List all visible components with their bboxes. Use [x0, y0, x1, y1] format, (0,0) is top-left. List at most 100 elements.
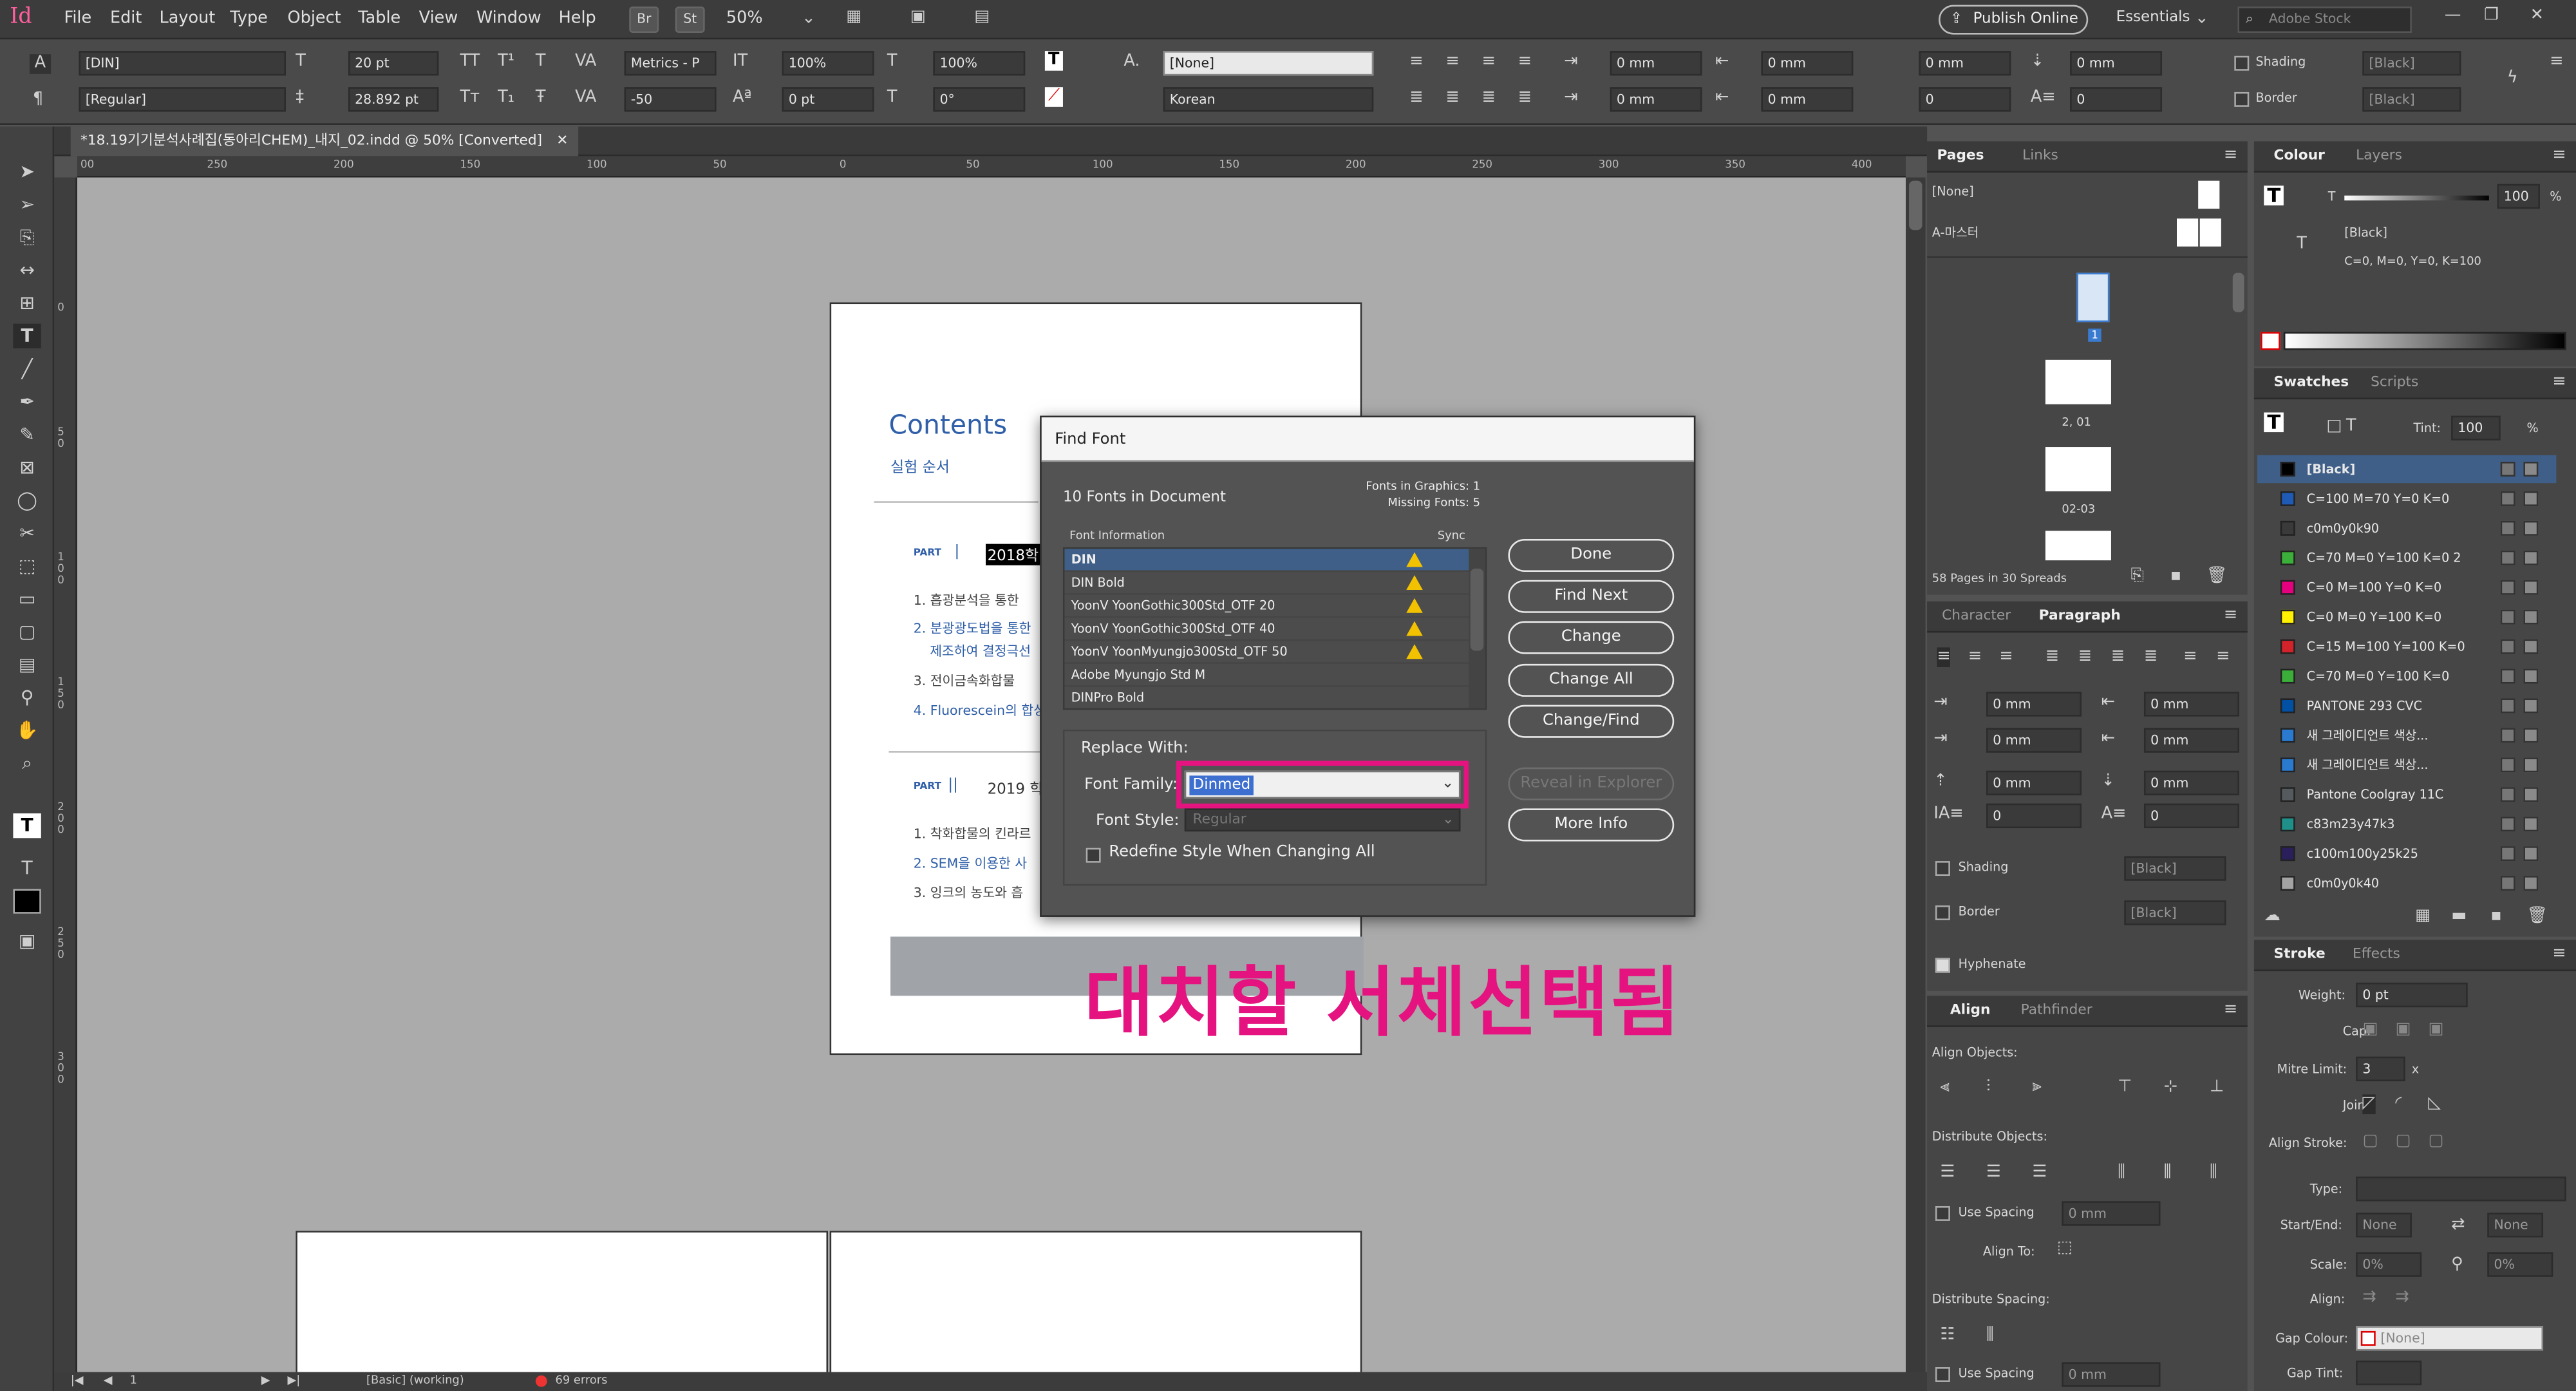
baseline-shift-field[interactable]: 0 pt	[782, 87, 874, 112]
skew-field[interactable]: 0°	[933, 87, 1026, 112]
small-caps-icon[interactable]: Tт	[460, 89, 479, 109]
master-thumb-left[interactable]	[2177, 218, 2199, 247]
panel-menu-icon[interactable]: ≡	[2552, 945, 2566, 963]
hand-tool-icon[interactable]: ✋	[13, 718, 41, 743]
colour-ramp[interactable]	[2283, 332, 2566, 350]
formatting-container-icon[interactable]: □	[2326, 417, 2342, 437]
font-style-field[interactable]: Regular ⌄	[1184, 808, 1461, 832]
tab-character[interactable]: Character	[1942, 608, 2011, 625]
paragraph-mode-icon[interactable]: ¶	[33, 90, 43, 110]
tab-swatches[interactable]: Swatches	[2274, 375, 2349, 392]
character-style-field[interactable]: [None]	[1163, 51, 1374, 76]
align-bottom-edges-icon[interactable]: ⊥	[2210, 1078, 2224, 1098]
document-page[interactable]	[296, 1231, 829, 1372]
trash-icon[interactable]: 🗑	[2527, 907, 2548, 927]
close-icon[interactable]: ✕	[556, 133, 568, 150]
space-before-field[interactable]: 0 mm	[1919, 51, 2011, 76]
distribute-bottom-icon[interactable]: ☰	[2032, 1164, 2047, 1184]
find-next-button[interactable]: Find Next	[1508, 580, 1675, 613]
pencil-tool-icon[interactable]: ✎	[13, 422, 41, 447]
line-tool-icon[interactable]: ╱	[13, 357, 41, 381]
last-page-icon[interactable]: ▶|	[288, 1374, 301, 1386]
change-button[interactable]: Change	[1508, 621, 1675, 654]
a-master[interactable]: A-마스터	[1932, 223, 1979, 241]
chevron-down-icon[interactable]: ⌄	[2195, 10, 2208, 30]
scroll-thumb[interactable]	[1470, 568, 1484, 651]
new-page-icon[interactable]: ▪	[2170, 567, 2181, 587]
tab-stroke[interactable]: Stroke	[2274, 947, 2326, 963]
adobe-stock-search[interactable]: ⌕ Adobe Stock	[2237, 6, 2412, 33]
fill-text-icon[interactable]: T	[1044, 51, 1063, 71]
change-all-button[interactable]: Change All	[1508, 663, 1675, 697]
menu-view[interactable]: View	[419, 10, 458, 28]
space-before-field[interactable]: 0 mm	[1986, 770, 2082, 796]
swatch-tint-field[interactable]: 100	[2451, 415, 2501, 440]
swatch-row[interactable]: 새 그레이디언트 색상...	[2257, 751, 2556, 779]
tab-pathfinder[interactable]: Pathfinder	[2021, 1003, 2092, 1019]
gradient-feather-tool-icon[interactable]: ▢	[13, 620, 41, 644]
menu-edit[interactable]: Edit	[110, 10, 142, 28]
justify-left-icon[interactable]: ≣	[1409, 89, 1423, 109]
none-master[interactable]: [None]	[1932, 184, 1974, 199]
page-number-field[interactable]: 1	[130, 1374, 137, 1386]
zoom-tool-icon[interactable]: ⌕	[13, 751, 41, 775]
all-caps-icon[interactable]: TT	[460, 53, 480, 73]
free-transform-tool-icon[interactable]: ⬚	[13, 554, 41, 578]
distribute-top-icon[interactable]: ☰	[1941, 1164, 1955, 1184]
next-page-icon[interactable]: ▶	[261, 1374, 270, 1386]
underline-icon[interactable]: T	[536, 53, 546, 73]
menu-object[interactable]: Object	[288, 10, 341, 28]
master-thumb-right[interactable]	[2199, 218, 2221, 247]
panel-menu-icon[interactable]: ≡	[2552, 373, 2566, 391]
note-tool-icon[interactable]: ▤	[13, 652, 41, 677]
panel-menu-icon[interactable]: ≡	[2224, 146, 2237, 164]
swatch-row[interactable]: C=0 M=0 Y=100 K=0	[2257, 603, 2556, 630]
align-horizontal-centers-icon[interactable]: ⫶	[1986, 1078, 1990, 1098]
align-left-icon[interactable]: ≡	[1937, 647, 1951, 667]
tab-layers[interactable]: Layers	[2356, 148, 2402, 165]
align-center-icon[interactable]: ≡	[1445, 53, 1459, 73]
use-spacing-checkbox[interactable]	[1935, 1367, 1950, 1382]
tab-scripts[interactable]: Scripts	[2371, 375, 2418, 392]
tab-pages[interactable]: Pages	[1937, 148, 1984, 165]
zoom-level[interactable]: 50%	[726, 10, 763, 28]
tint-slider[interactable]	[2344, 195, 2489, 201]
restore-icon[interactable]: ❐	[2484, 6, 2499, 26]
miter-join-icon[interactable]: ◸	[2362, 1094, 2376, 1115]
stroke-type-field[interactable]	[2356, 1177, 2566, 1202]
tab-effects[interactable]: Effects	[2353, 947, 2400, 963]
border-checkbox[interactable]	[2234, 91, 2250, 107]
first-page-icon[interactable]: |◀	[71, 1374, 84, 1386]
font-row[interactable]: DINPro Bold	[1064, 687, 1485, 708]
pages-scrollbar[interactable]	[2232, 272, 2244, 312]
gradient-tool-icon[interactable]: ▭	[13, 587, 41, 611]
weight-field[interactable]: 0 pt	[2356, 982, 2468, 1008]
swatch-row[interactable]: c100m100y25k25	[2257, 840, 2556, 867]
chevron-down-icon[interactable]: ⌄	[802, 10, 815, 30]
ellipse-tool-icon[interactable]: ◯	[13, 488, 41, 513]
superscript-icon[interactable]: T¹	[498, 53, 514, 73]
swatch-view-icon[interactable]: ▦	[2415, 907, 2430, 927]
menu-type[interactable]: Type	[230, 10, 268, 28]
align-top-edges-icon[interactable]: ⊤	[2118, 1078, 2132, 1098]
scroll-thumb[interactable]	[1909, 180, 1923, 231]
strikethrough-icon[interactable]: Ŧ	[536, 89, 546, 109]
selection-tool-icon[interactable]: ➤	[13, 160, 41, 184]
preflight-errors[interactable]: 69 errors	[555, 1374, 607, 1386]
arrow-align-inside-icon[interactable]: ⇉	[2362, 1289, 2376, 1309]
chevron-down-icon[interactable]: ⌄	[1442, 810, 1454, 830]
use-spacing-checkbox[interactable]	[1935, 1206, 1950, 1221]
font-row[interactable]: YoonV YoonMyungjo300Std_OTF 50	[1064, 641, 1485, 664]
fill-text-icon[interactable]: T	[2264, 185, 2284, 205]
redefine-style-checkbox[interactable]	[1086, 847, 1101, 863]
swatch-row[interactable]: c0m0y0k90	[2257, 515, 2556, 542]
justify-right-icon[interactable]: ≣	[1482, 89, 1496, 109]
swatch-row[interactable]: Pantone Coolgray 11C	[2257, 781, 2556, 808]
trash-icon[interactable]: 🗑	[2206, 567, 2227, 587]
round-cap-icon[interactable]: ▣	[2395, 1021, 2411, 1041]
drop-cap-chars-field[interactable]: 0	[2143, 803, 2239, 829]
panel-menu-icon[interactable]: ≡	[2552, 146, 2566, 164]
cc-library-icon[interactable]: ☁	[2264, 907, 2280, 927]
distribute-right-icon[interactable]: ⫼	[2210, 1164, 2217, 1184]
panel-menu-icon[interactable]: ≡	[2224, 1001, 2237, 1019]
